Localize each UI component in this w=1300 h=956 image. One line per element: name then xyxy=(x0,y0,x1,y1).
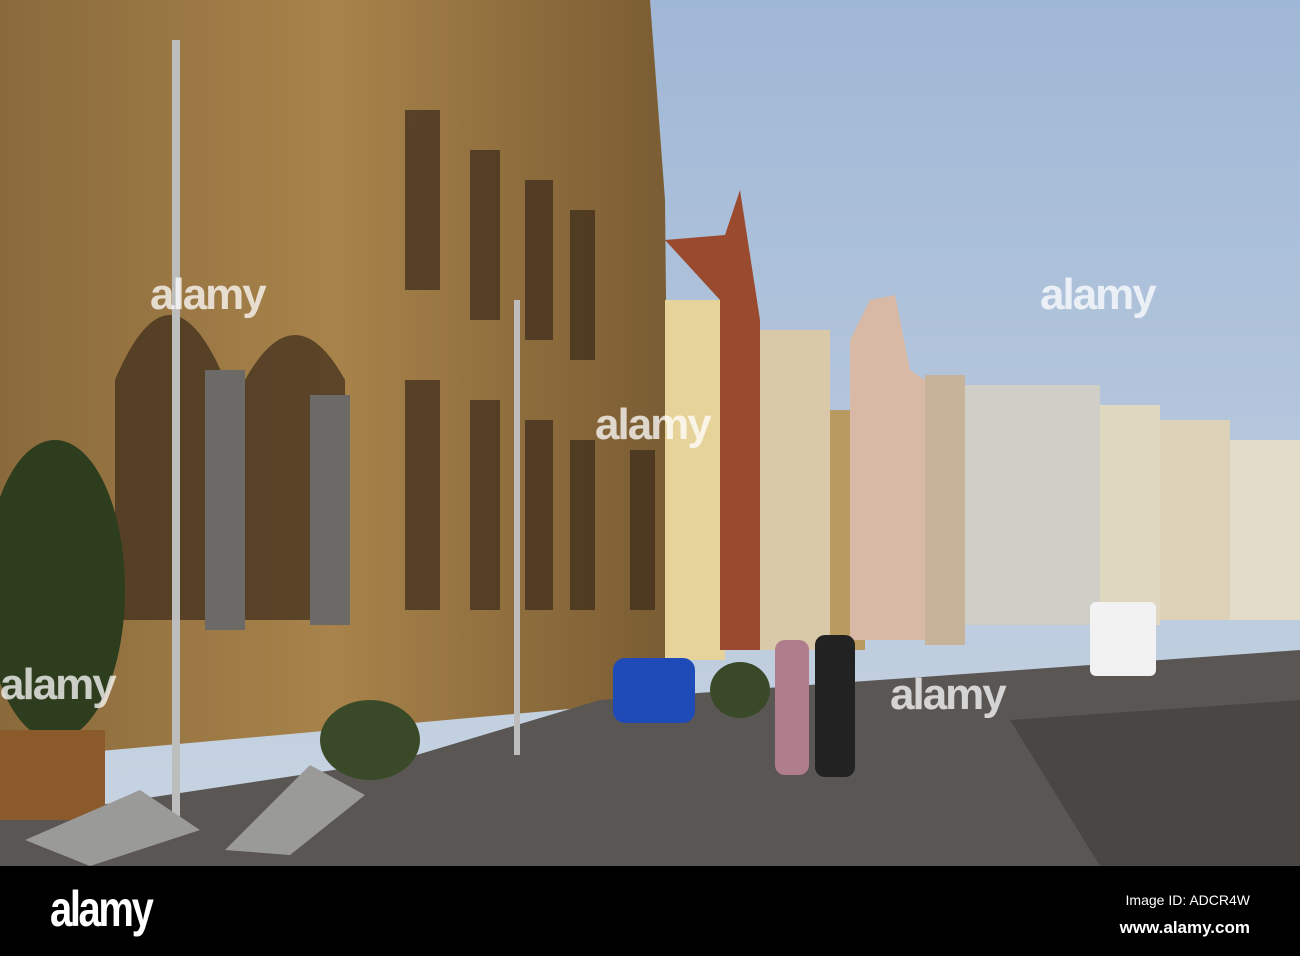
watermark-logo: alamy xyxy=(150,270,267,319)
watermark-logo: alamy xyxy=(595,400,712,449)
image-id: Image ID: ADCR4W xyxy=(1125,892,1250,908)
watermark-logo: alamy xyxy=(890,670,1007,719)
watermark-logo: alamy xyxy=(1040,270,1157,319)
website-url: www.alamy.com xyxy=(1119,918,1250,937)
watermark-logo: alamy xyxy=(0,660,117,709)
blue-car xyxy=(613,658,695,723)
footer-bar: alamy Image ID: ADCR4W www.alamy.com xyxy=(0,866,1300,956)
white-van xyxy=(1090,602,1156,676)
alamy-logo: alamy xyxy=(50,881,154,937)
